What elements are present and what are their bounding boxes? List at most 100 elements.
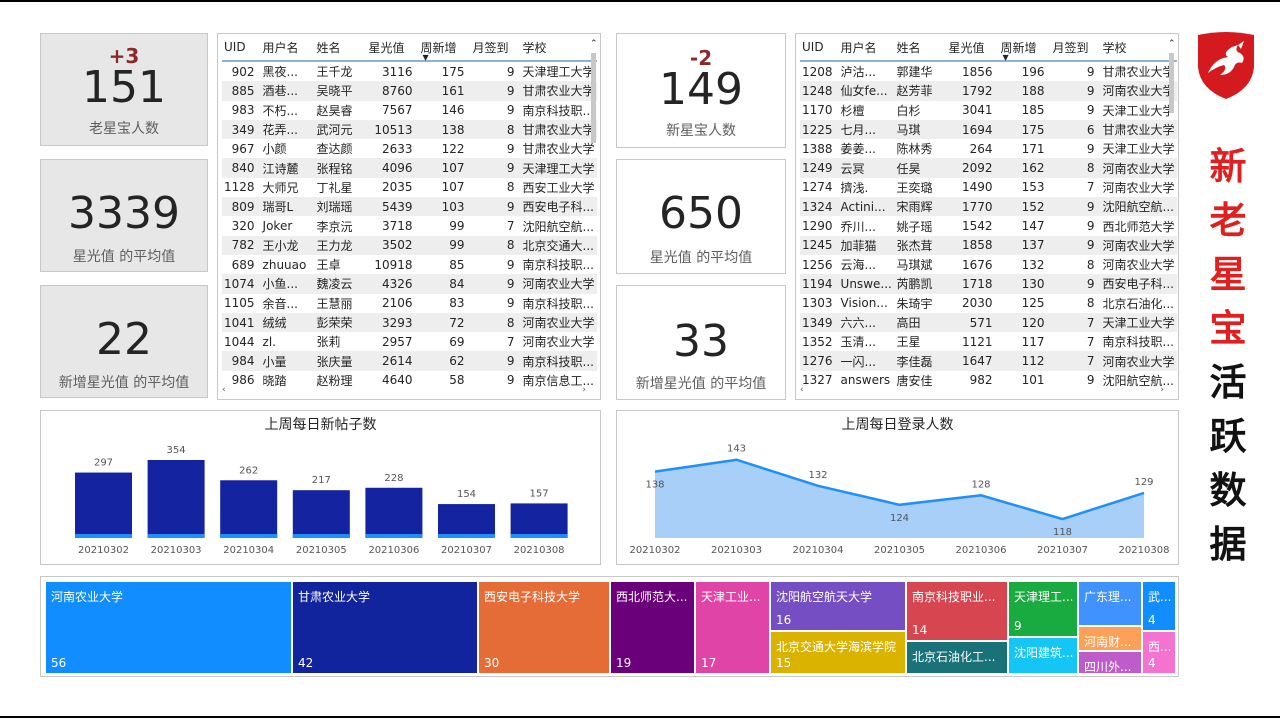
column-header[interactable]: 学校 (1100, 34, 1177, 62)
chevron-up-icon[interactable]: ⌃ (1168, 40, 1176, 49)
new-avg-new-starlight-card[interactable]: 33 新增星光值 的平均值 (616, 285, 786, 400)
chevron-left-icon[interactable]: ‹ (800, 385, 804, 395)
old-table-vertical-scrollbar[interactable]: ⌃ (590, 40, 598, 385)
table-row[interactable]: 1349 六六... 高田 571 120 7 天津工业大学 (800, 312, 1177, 333)
treemap-tile[interactable]: 西北师范大... 19 (610, 581, 695, 674)
table-row[interactable]: 1249 云冥 任昊 2092 162 8 河南农业大学 (800, 158, 1177, 178)
column-header[interactable]: 月签到 (470, 34, 521, 62)
column-header[interactable]: 用户名 (260, 34, 315, 62)
bar[interactable] (147, 460, 205, 538)
treemap-tile[interactable]: 河南农业大学 56 (45, 581, 292, 674)
table-row[interactable]: 1324 Actini... 宋雨辉 1770 152 9 沈阳航空航... (800, 197, 1177, 217)
column-header[interactable]: UID (800, 34, 839, 62)
treemap-tile[interactable]: 四川外... (1078, 651, 1142, 674)
chevron-left-icon[interactable]: ‹ (222, 385, 226, 395)
table-row[interactable]: 885 酒巷... 吴晓平 8760 161 9 甘肃农业大学 (222, 81, 597, 101)
table-row[interactable]: 689 zhuuao 王卓 10918 85 9 南京科技职... (222, 255, 597, 274)
treemap-tile[interactable]: 南京科技职业... 14 (906, 581, 1008, 641)
treemap-tile[interactable]: 天津工业... 17 (695, 581, 770, 674)
table-row[interactable]: 840 江诗麓 张程铭 4096 107 9 天津理工大学 (222, 158, 597, 178)
column-header[interactable]: 月签到 (1050, 34, 1101, 62)
old-member-count-card[interactable]: +3 151 老星宝人数 (40, 33, 208, 146)
table-row[interactable]: 1248 仙女fe... 赵芳菲 1792 188 9 河南农业大学 (800, 81, 1177, 101)
bar[interactable] (438, 504, 495, 538)
table-row[interactable]: 984 小量 张庆量 2614 62 9 南京科技职... (222, 351, 597, 371)
bar[interactable] (220, 480, 278, 538)
old-table-horizontal-scrollbar[interactable]: ‹ › (222, 385, 586, 397)
table-row[interactable]: 902 黑夜... 王千龙 3116 175 9 天津理工大学 (222, 61, 597, 81)
treemap-tile[interactable]: 北京石油化工... (906, 641, 1008, 674)
sort-descending-icon[interactable]: ▼ (1003, 53, 1009, 62)
table-row[interactable]: 1128 大师兄 丁礼星 2035 107 8 西安工业大学 (222, 178, 597, 197)
daily-posts-chart-panel[interactable]: 上周每日新帖子数 297 20210302 354 20210303 262 202103… (40, 410, 601, 565)
column-header[interactable]: 周新增 ▼ (418, 34, 471, 62)
old-avg-starlight-card[interactable]: 3339 星光值 的平均值 (40, 159, 208, 272)
treemap-tile[interactable]: 沈阳航空航天大学 16 (770, 581, 906, 631)
table-cell: 1542 (962, 219, 993, 234)
column-header[interactable]: 姓名 (314, 34, 367, 62)
new-table-vertical-scrollbar[interactable]: ⌃ (1168, 40, 1176, 385)
table-row[interactable]: 1074 小鱼... 魏凌云 4326 84 9 河南农业大学 (222, 274, 597, 294)
daily-logins-chart-panel[interactable]: 上周每日登录人数 138 20210302 143 20210303 132 202103… (616, 410, 1179, 565)
old-members-table[interactable]: UID 用户名 姓名 星光值 周新增 ▼ 月签到 学校 902 黑夜... 王千龙 3116 175 9… (217, 33, 601, 400)
treemap-tile[interactable]: 沈阳建筑... (1008, 637, 1078, 674)
table-row[interactable]: 1276 一闪... 李佳磊 1647 112 7 河南农业大学 (800, 351, 1177, 371)
new-member-count-card[interactable]: -2 149 新星宝人数 (616, 33, 786, 148)
treemap-tile[interactable]: 河南财... (1078, 626, 1142, 651)
bar[interactable] (365, 487, 423, 538)
sort-descending-icon[interactable]: ▼ (423, 53, 429, 62)
treemap-tile[interactable]: 北京交通大学海滨学院 15 (770, 631, 906, 674)
bar[interactable] (510, 503, 568, 538)
treemap-tile[interactable]: 甘肃农业大学 42 (292, 581, 478, 674)
table-row[interactable]: 1245 加菲猫 张杰茸 1858 137 9 河南农业大学 (800, 235, 1177, 255)
new-avg-starlight-card[interactable]: 650 星光值 的平均值 (616, 159, 786, 274)
table-cell: 9 (506, 141, 515, 156)
table-row[interactable]: 1388 姜姜... 陈林秀 264 171 9 天津工业大学 (800, 139, 1177, 158)
table-row[interactable]: 349 花弄... 武河元 10513 138 8 甘肃农业大学 (222, 119, 597, 140)
scroll-thumb[interactable] (591, 53, 596, 143)
column-header[interactable]: 姓名 (894, 34, 947, 62)
bar[interactable] (292, 490, 350, 538)
new-members-table[interactable]: UID 用户名 姓名 星光值 周新增 ▼ 月签到 学校 1208 泸沽... 郭建华 1856 196… (795, 33, 1179, 400)
column-header[interactable]: 用户名 (838, 34, 895, 62)
old-avg-new-starlight-card[interactable]: 22 新增星光值 的平均值 (40, 285, 208, 398)
treemap-tile[interactable]: 西... 4 (1142, 631, 1176, 674)
chevron-up-icon[interactable]: ⌃ (590, 40, 598, 49)
table-row[interactable]: 782 王小龙 王力龙 3502 99 8 北京交通大... (222, 235, 597, 255)
table-row[interactable]: 1208 泸沽... 郭建华 1856 196 9 甘肃农业大学 (800, 61, 1177, 81)
column-header[interactable]: 星光值 (946, 34, 999, 62)
new-table-horizontal-scrollbar[interactable]: ‹ › (800, 385, 1164, 397)
table-cell: 175 (998, 119, 1051, 140)
chevron-right-icon[interactable]: › (1160, 385, 1164, 395)
column-header[interactable]: 星光值 (366, 34, 419, 62)
treemap-tile[interactable]: 武... 4 (1142, 581, 1176, 631)
table-row[interactable]: 1170 杉檀 白杉 3041 185 9 天津工业大学 (800, 101, 1177, 120)
table-cell: 689 (231, 257, 255, 272)
table-row[interactable]: 967 小颜 查达颜 2633 122 9 甘肃农业大学 (222, 139, 597, 158)
column-header[interactable]: 学校 (520, 34, 597, 62)
column-header[interactable]: 周新增 ▼ (998, 34, 1051, 62)
treemap-tile[interactable]: 天津理工... 9 (1008, 581, 1078, 637)
table-row[interactable]: 1194 Unswe... 芮鹏凯 1718 130 9 西安电子科... (800, 274, 1177, 294)
table-row[interactable]: 1352 玉清... 王星 1121 117 7 南京科技职... (800, 332, 1177, 351)
chevron-right-icon[interactable]: › (582, 385, 586, 395)
bar[interactable] (75, 472, 132, 538)
table-row[interactable]: 1303 Vision... 朱琦宇 2030 125 8 北京石油化... (800, 294, 1177, 313)
column-header[interactable]: UID (222, 34, 261, 62)
table-row[interactable]: 320 Joker 李京沅 3718 99 7 沈阳航空航... (222, 216, 597, 235)
table-row[interactable]: 1290 乔川... 姚子瑶 1542 147 9 西北师范大学 (800, 216, 1177, 235)
bar-accent (510, 534, 568, 538)
table-row[interactable]: 1041 绒绒 彭荣荣 3293 72 8 河南农业大学 (222, 312, 597, 333)
table-row[interactable]: 1225 七月... 马琪 1694 175 6 甘肃农业大学 (800, 119, 1177, 140)
scroll-thumb[interactable] (1169, 53, 1174, 113)
table-row[interactable]: 1274 擠浅. 王奕璐 1490 153 7 河南农业大学 (800, 178, 1177, 197)
table-row[interactable]: 1105 余音... 王慧丽 2106 83 9 南京科技职... (222, 294, 597, 313)
table-cell: 西安工业大学 (522, 180, 595, 195)
table-row[interactable]: 983 不朽... 赵昊睿 7567 146 9 南京科技职... (222, 101, 597, 120)
table-row[interactable]: 809 瑞哥L 刘瑞瑶 5439 103 9 西安电子科... (222, 197, 597, 217)
table-row[interactable]: 1256 云海... 马琪斌 1676 132 8 河南农业大学 (800, 255, 1177, 274)
treemap-tile[interactable]: 西安电子科技大学 30 (478, 581, 610, 674)
school-treemap-panel[interactable]: 河南农业大学 56 甘肃农业大学 42 西安电子科技大学 30 西北师范大... 19 天津工业… (40, 576, 1179, 677)
treemap-tile[interactable]: 广东理... (1078, 581, 1142, 626)
table-row[interactable]: 1044 zl. 张莉 2957 69 7 河南农业大学 (222, 332, 597, 351)
